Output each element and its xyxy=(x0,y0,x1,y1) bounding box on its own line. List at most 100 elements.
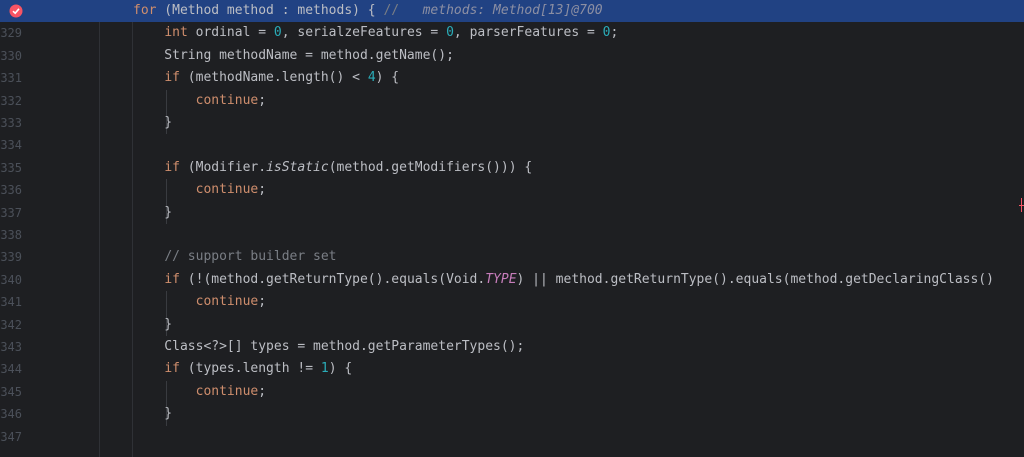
code-token: , serialzeFeatures = xyxy=(281,25,447,41)
gutter-line[interactable]: 330 xyxy=(0,45,66,67)
line-number: 330 xyxy=(0,48,22,63)
code-token: 1 xyxy=(320,361,329,377)
gutter-line[interactable]: 333 xyxy=(0,112,66,134)
code-token: continue xyxy=(195,383,259,399)
code-line[interactable]: if (Modifier.isStatic(method.getModifier… xyxy=(66,157,1024,179)
gutter-line[interactable]: 341 xyxy=(0,291,66,313)
code-line[interactable]: } xyxy=(66,314,1024,336)
code-line[interactable]: continue; xyxy=(66,179,1024,201)
line-number: 346 xyxy=(0,407,22,422)
gutter-line[interactable]: 331 xyxy=(0,67,66,89)
code-token: ) { xyxy=(328,361,353,377)
code-token: , parserFeatures = xyxy=(453,25,603,41)
code-token: int xyxy=(164,25,188,41)
line-number-gutter[interactable]: 329 330 331 332 333 334 335 336 337 338 339 340 341 3… xyxy=(0,0,66,457)
code-line[interactable]: } xyxy=(66,112,1024,134)
code-text: } xyxy=(133,112,172,134)
gutter-line[interactable]: 343 xyxy=(0,336,66,358)
gutter-line[interactable] xyxy=(0,0,66,23)
line-number: 335 xyxy=(0,160,22,175)
code-line[interactable]: String methodName = method.getName(); xyxy=(66,45,1024,67)
code-text: int ordinal = 0, serialzeFeatures = 0, p… xyxy=(133,22,618,44)
code-token: 0 xyxy=(273,25,282,41)
edge-marker xyxy=(1021,198,1022,212)
line-number: 329 xyxy=(0,26,22,41)
code-token: } xyxy=(133,204,173,220)
code-text: } xyxy=(133,403,172,425)
code-token: isStatic xyxy=(266,159,329,175)
gutter-line[interactable]: 335 xyxy=(0,157,66,179)
code-text: Class<?>[] types = method.getParameterTy… xyxy=(133,336,524,358)
code-token: // support builder set xyxy=(164,249,337,265)
code-token: (method.getModifiers())) { xyxy=(328,159,533,175)
code-line[interactable] xyxy=(66,426,1024,448)
code-line[interactable] xyxy=(66,224,1024,246)
code-line[interactable]: if (methodName.length() < 4) { xyxy=(66,67,1024,89)
current-execution-line[interactable]: for (Method method : methods) { // metho… xyxy=(66,0,1024,23)
gutter-line[interactable]: 339 xyxy=(0,246,66,268)
gutter-line[interactable]: 332 xyxy=(0,90,66,112)
code-token: ; xyxy=(258,383,267,399)
code-text: if (methodName.length() < 4) { xyxy=(133,67,399,89)
code-token: for xyxy=(133,3,157,18)
code-line[interactable]: } xyxy=(66,403,1024,425)
code-text: if (!(method.getReturnType().equals(Void… xyxy=(133,269,994,291)
code-editor[interactable]: 329 330 331 332 333 334 335 336 337 338 339 340 341 3… xyxy=(0,0,1024,457)
code-text: if (types.length != 1) { xyxy=(133,358,352,380)
code-token: ordinal = xyxy=(187,25,274,41)
code-token: ; xyxy=(258,92,267,108)
code-line[interactable]: if (!(method.getReturnType().equals(Void… xyxy=(66,269,1024,291)
code-token: (types.length != xyxy=(179,361,321,377)
gutter-line[interactable]: 346 xyxy=(0,403,66,425)
code-token: ) { xyxy=(375,70,400,86)
code-token: 0 xyxy=(446,25,454,41)
code-text: continue; xyxy=(133,381,266,403)
code-token: String methodName = method.getName(); xyxy=(133,47,454,63)
code-text: // support builder set xyxy=(133,246,337,268)
code-token: } xyxy=(133,406,173,422)
line-number: 342 xyxy=(0,317,22,332)
gutter-line[interactable]: 344 xyxy=(0,358,66,380)
code-line[interactable]: // support builder set xyxy=(66,246,1024,268)
code-text: String methodName = method.getName(); xyxy=(133,45,454,67)
gutter-line[interactable]: 334 xyxy=(0,134,66,156)
code-token: continue xyxy=(195,182,259,198)
gutter-line[interactable]: 338 xyxy=(0,224,66,246)
code-line[interactable]: } xyxy=(66,202,1024,224)
code-text: continue; xyxy=(133,179,266,201)
breakpoint-icon[interactable] xyxy=(9,4,23,18)
code-line[interactable]: continue; xyxy=(66,381,1024,403)
code-text: } xyxy=(133,314,172,336)
line-number: 337 xyxy=(0,205,22,220)
inline-debug-value: methods: Method[13]@700 xyxy=(406,3,603,18)
line-number: 339 xyxy=(0,250,22,265)
code-token: if xyxy=(164,361,180,377)
line-number: 331 xyxy=(0,71,22,86)
code-text: if (Modifier.isStatic(method.getModifier… xyxy=(133,157,532,179)
code-line[interactable]: if (types.length != 1) { xyxy=(66,358,1024,380)
gutter-line[interactable]: 342 xyxy=(0,314,66,336)
code-line[interactable]: continue; xyxy=(66,90,1024,112)
gutter-line[interactable]: 337 xyxy=(0,202,66,224)
gutter-line[interactable]: 347 xyxy=(0,426,66,448)
gutter-line[interactable]: 340 xyxy=(0,269,66,291)
code-line[interactable]: continue; xyxy=(66,291,1024,313)
code-area[interactable]: for (Method method : methods) { // metho… xyxy=(66,0,1024,457)
gutter-line[interactable]: 329 xyxy=(0,22,66,44)
code-line[interactable]: Class<?>[] types = method.getParameterTy… xyxy=(66,336,1024,358)
code-line[interactable]: int ordinal = 0, serialzeFeatures = 0, p… xyxy=(66,22,1024,44)
line-number: 332 xyxy=(0,93,22,108)
code-token: ) || method.getReturnType().equals(metho… xyxy=(516,271,994,287)
code-token: (methodName.length() < xyxy=(179,70,368,86)
gutter-line[interactable]: 345 xyxy=(0,381,66,403)
code-token: TYPE xyxy=(485,271,517,287)
gutter-line[interactable]: 336 xyxy=(0,179,66,201)
code-text: continue; xyxy=(133,90,266,112)
line-number: 338 xyxy=(0,228,22,242)
code-line[interactable] xyxy=(66,134,1024,156)
